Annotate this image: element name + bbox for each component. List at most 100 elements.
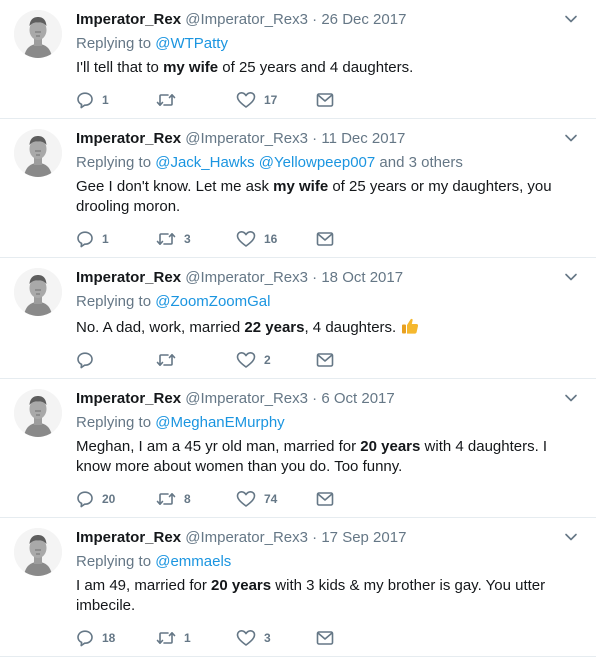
- chevron-down-icon[interactable]: [564, 391, 578, 405]
- tweet-actions: 20 8 74: [76, 489, 584, 517]
- heart-icon: [236, 352, 256, 368]
- tweet-text-part: I am 49, married for: [76, 577, 212, 594]
- like-count: 74: [264, 492, 278, 506]
- separator-dot: ·: [312, 529, 318, 546]
- tweet-text: Meghan, I am a 45 yr old man, married fo…: [76, 437, 584, 477]
- chevron-down-icon[interactable]: [564, 12, 578, 26]
- reply-mention-link[interactable]: @MeghanEMurphy: [155, 414, 284, 431]
- retweet-icon: [156, 94, 176, 106]
- separator-dot: ·: [312, 130, 318, 147]
- bust-avatar-icon: [14, 389, 62, 437]
- reply-icon: [77, 92, 93, 109]
- retweet-button[interactable]: 8: [156, 489, 191, 509]
- reply-button[interactable]: [76, 350, 102, 370]
- direct-message-button[interactable]: [316, 350, 334, 370]
- like-count: 3: [264, 631, 271, 645]
- like-button[interactable]: 2: [236, 350, 271, 370]
- reply-icon: [77, 352, 93, 369]
- tweet-actions: 2: [76, 350, 584, 378]
- chevron-down-icon[interactable]: [564, 131, 578, 145]
- reply-count: 1: [102, 93, 109, 107]
- tweet-text-bold: 20 years: [360, 438, 421, 455]
- replying-to-label: Replying to: [76, 414, 152, 431]
- user-handle[interactable]: @Imperator_Rex3: [185, 269, 308, 286]
- reply-mention-link[interactable]: @ZoomZoomGal: [155, 293, 270, 310]
- chevron-down-icon[interactable]: [564, 530, 578, 544]
- tweet[interactable]: Imperator_Rex @Imperator_Rex3 · 11 Dec 2…: [0, 119, 596, 258]
- reply-count: 20: [102, 492, 116, 506]
- tweet-feed: Imperator_Rex @Imperator_Rex3 · 26 Dec 2…: [0, 0, 596, 657]
- avatar[interactable]: [14, 268, 62, 316]
- retweet-button[interactable]: [156, 350, 184, 370]
- like-button[interactable]: 3: [236, 628, 271, 648]
- display-name[interactable]: Imperator_Rex: [76, 529, 181, 546]
- like-button[interactable]: 16: [236, 229, 277, 249]
- retweet-button[interactable]: 3: [156, 229, 191, 249]
- retweet-icon: [156, 354, 176, 366]
- direct-message-button[interactable]: [316, 628, 334, 648]
- tweet-text-part: No. A dad, work, married: [76, 319, 245, 336]
- like-count: 16: [264, 232, 278, 246]
- tweet[interactable]: Imperator_Rex @Imperator_Rex3 · 17 Sep 2…: [0, 518, 596, 657]
- replying-to-label: Replying to: [76, 293, 152, 310]
- display-name[interactable]: Imperator_Rex: [76, 269, 181, 286]
- tweet-text: No. A dad, work, married 22 years, 4 dau…: [76, 316, 584, 338]
- user-handle[interactable]: @Imperator_Rex3: [185, 529, 308, 546]
- avatar[interactable]: [14, 528, 62, 576]
- user-handle[interactable]: @Imperator_Rex3: [185, 130, 308, 147]
- envelope-icon: [316, 93, 334, 107]
- reply-icon: [77, 491, 93, 508]
- tweet[interactable]: Imperator_Rex @Imperator_Rex3 · 6 Oct 20…: [0, 379, 596, 518]
- retweet-icon: [156, 233, 176, 245]
- reply-button[interactable]: 20: [76, 489, 115, 509]
- direct-message-button[interactable]: [316, 229, 334, 249]
- tweet-date[interactable]: 11 Dec 2017: [321, 130, 405, 147]
- separator-dot: ·: [312, 390, 318, 407]
- envelope-icon: [316, 492, 334, 506]
- reply-mention-link[interactable]: @Jack_Hawks @Yellowpeep007: [155, 154, 375, 171]
- reply-button[interactable]: 18: [76, 628, 115, 648]
- reply-mention-link[interactable]: @emmaels: [155, 553, 231, 570]
- tweet-text-part: I'll tell that to: [76, 59, 164, 76]
- reply-button[interactable]: 1: [76, 90, 109, 110]
- tweet-text-bold: my wife: [273, 178, 329, 195]
- like-count: 17: [264, 93, 278, 107]
- tweet-text: I am 49, married for 20 years with 3 kid…: [76, 576, 584, 616]
- replying-to: Replying to @ZoomZoomGal: [76, 292, 584, 312]
- like-button[interactable]: 17: [236, 90, 277, 110]
- direct-message-button[interactable]: [316, 489, 334, 509]
- reply-button[interactable]: 1: [76, 229, 109, 249]
- display-name[interactable]: Imperator_Rex: [76, 130, 181, 147]
- user-handle[interactable]: @Imperator_Rex3: [185, 390, 308, 407]
- tweet[interactable]: Imperator_Rex @Imperator_Rex3 · 26 Dec 2…: [0, 0, 596, 119]
- display-name[interactable]: Imperator_Rex: [76, 390, 181, 407]
- tweet[interactable]: Imperator_Rex @Imperator_Rex3 · 18 Oct 2…: [0, 258, 596, 379]
- heart-icon: [236, 491, 256, 507]
- retweet-count: 8: [184, 492, 191, 506]
- tweet-date[interactable]: 6 Oct 2017: [321, 390, 394, 407]
- tweet-text-part: Gee I don't know. Let me ask: [76, 178, 274, 195]
- like-button[interactable]: 74: [236, 489, 277, 509]
- replying-to: Replying to @MeghanEMurphy: [76, 413, 584, 433]
- avatar[interactable]: [14, 129, 62, 177]
- retweet-icon: [156, 632, 176, 644]
- avatar[interactable]: [14, 10, 62, 58]
- retweet-button[interactable]: 1: [156, 628, 191, 648]
- tweet-text-part: Meghan, I am a 45 yr old man, married fo…: [76, 438, 361, 455]
- retweet-button[interactable]: [156, 90, 184, 110]
- tweet-date[interactable]: 18 Oct 2017: [321, 269, 403, 286]
- tweet-actions: 18 1 3: [76, 628, 584, 656]
- tweet-text-bold: 22 years: [244, 319, 305, 336]
- display-name[interactable]: Imperator_Rex: [76, 11, 181, 28]
- chevron-down-icon[interactable]: [564, 270, 578, 284]
- reply-mention-link[interactable]: @WTPatty: [155, 35, 228, 52]
- reply-others[interactable]: and 3 others: [379, 154, 462, 171]
- user-handle[interactable]: @Imperator_Rex3: [185, 11, 308, 28]
- tweet-date[interactable]: 26 Dec 2017: [321, 11, 406, 28]
- thumbs-up-emoji: [402, 318, 419, 334]
- tweet-date[interactable]: 17 Sep 2017: [321, 529, 406, 546]
- direct-message-button[interactable]: [316, 90, 334, 110]
- avatar[interactable]: [14, 389, 62, 437]
- tweet-header: Imperator_Rex @Imperator_Rex3 · 18 Oct 2…: [76, 268, 584, 288]
- tweet-actions: 1 3 16: [76, 229, 584, 257]
